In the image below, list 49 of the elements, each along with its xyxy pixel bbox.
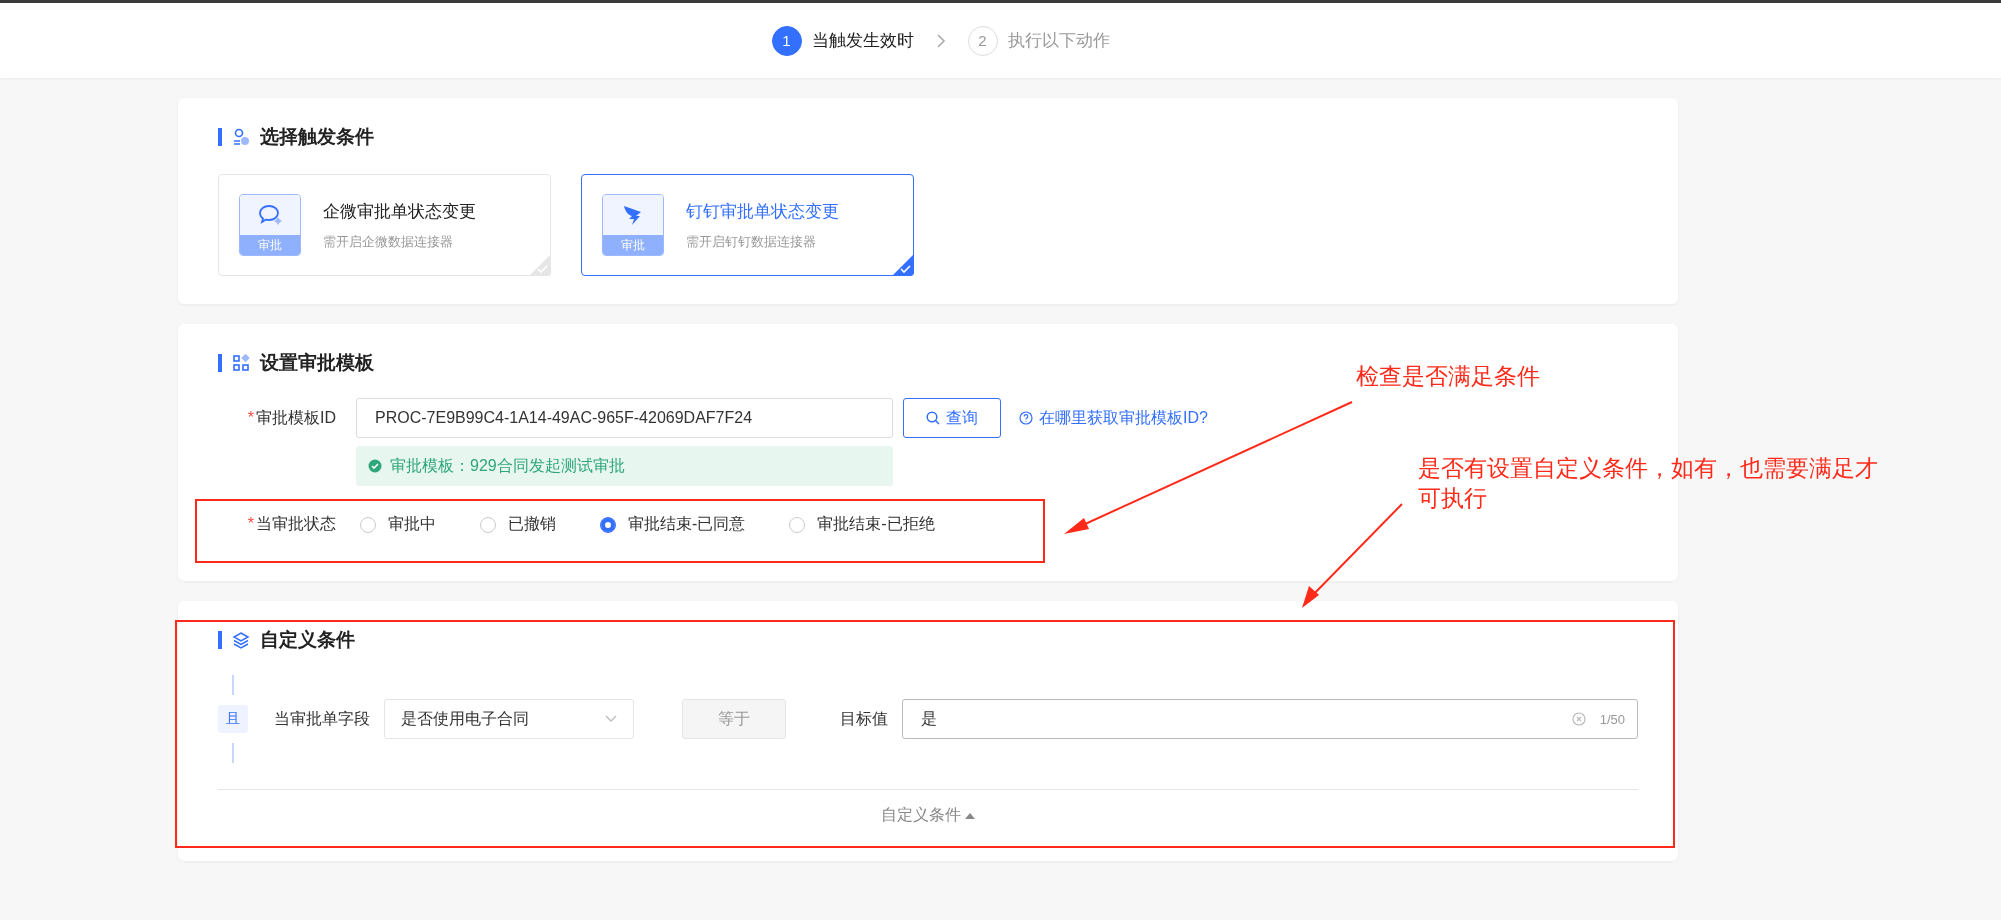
check-circle-icon [368,459,382,473]
search-icon [926,411,940,425]
template-id-label: *审批模板ID [246,407,337,428]
section-title: 设置审批模板 [260,351,374,375]
option-title: 企微审批单状态变更 [323,200,476,223]
template-id-field[interactable]: PROC-7E9B99C4-1A14-49AC-965F-42069DAF7F24 [356,398,893,438]
target-value-field[interactable]: 是 1/50 [902,699,1638,739]
step-label[interactable]: 当触发生效时 [811,29,914,52]
title-bar-marker [218,128,222,146]
status-radio[interactable]: 已撤销 [480,514,556,535]
chevron-down-icon [605,715,617,723]
help-icon [1019,411,1033,425]
char-counter: 1/50 [1599,711,1625,727]
option-title: 钉钉审批单状态变更 [686,200,839,223]
title-bar-marker [218,631,222,649]
chevron-right-icon [935,33,946,48]
chat-bubble-icon [258,204,282,226]
trigger-option[interactable]: 审批 钉钉审批单状态变更 需开启钉钉数据连接器 [581,174,914,276]
approval-badge: 审批 [603,235,663,255]
status-label: *当审批状态 [246,514,337,534]
approval-badge: 审批 [240,235,300,255]
step-number: 1 [771,25,802,56]
target-label: 目标值 [840,708,888,729]
person-clock-icon [232,128,250,146]
title-bar-marker [218,354,222,372]
section-title: 自定义条件 [260,628,355,652]
status-radio[interactable]: 审批结束-已同意 [600,514,746,535]
field-select[interactable]: 是否使用电子合同 [384,699,634,739]
field-label: 当审批单字段 [274,708,370,729]
success-text: 审批模板：929合同发起测试审批 [390,455,625,476]
toggle-conditions-button[interactable]: 自定义条件 [875,804,981,827]
clear-icon[interactable] [1571,712,1586,726]
trigger-option[interactable]: 审批 企微审批单状态变更 需开启企微数据连接器 [218,174,551,276]
status-radio[interactable]: 审批结束-已拒绝 [789,514,935,535]
annotation-text: 检查是否满足条件 [1356,362,1540,391]
status-radio[interactable]: 审批中 [360,514,436,535]
option-subtitle: 需开启企微数据连接器 [323,232,454,251]
section-title: 选择触发条件 [260,125,374,149]
check-corner-icon [529,254,551,276]
logic-tag: 且 [218,705,248,733]
option-subtitle: 需开启钉钉数据连接器 [686,232,817,251]
annotation-text: 是否有设置自定义条件，如有，也需要满足才可执行 [1418,454,1879,513]
selected-check-corner-icon [892,254,914,276]
help-link[interactable]: 在哪里获取审批模板ID? [1039,407,1208,429]
triangle-up-icon [965,812,975,819]
grid-squares-icon [232,354,250,372]
radio-circle[interactable] [600,516,616,533]
layers-icon [232,631,250,649]
query-button[interactable]: 查询 [903,398,1001,438]
